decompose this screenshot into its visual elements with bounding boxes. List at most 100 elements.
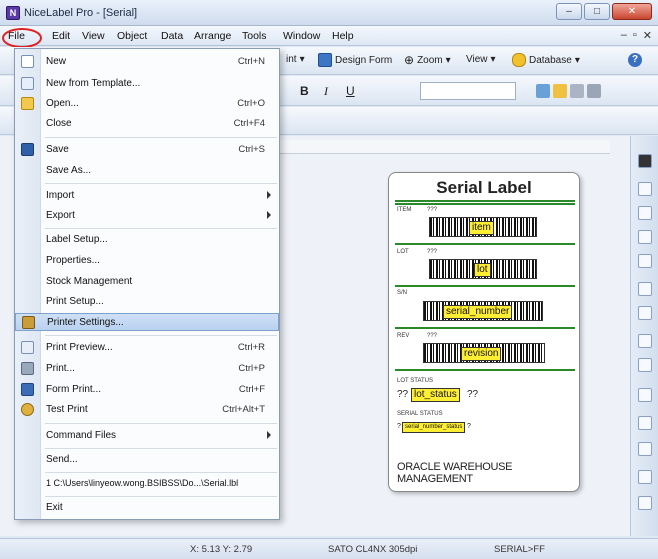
rev-caption: REV xyxy=(397,333,410,339)
distribute-vertical-icon[interactable] xyxy=(638,358,652,372)
menu-item-open[interactable]: Open... Ctrl+O xyxy=(15,95,279,113)
distribute-horizontal-icon[interactable] xyxy=(638,334,652,348)
color-picker-icon[interactable] xyxy=(536,84,550,98)
database-icon xyxy=(512,53,526,67)
menu-item-form-print[interactable]: Form Print... Ctrl+F xyxy=(15,381,279,399)
help-button[interactable]: ? xyxy=(628,53,642,67)
send-back-icon[interactable] xyxy=(638,496,652,510)
font-size-combo[interactable] xyxy=(420,82,516,100)
menu-tools[interactable]: Tools xyxy=(242,30,267,42)
window-controls: – □ ✕ xyxy=(556,3,652,20)
maximize-button[interactable]: □ xyxy=(584,3,610,20)
open-folder-icon xyxy=(21,97,34,110)
label-divider xyxy=(395,285,575,287)
print-preview-icon xyxy=(21,341,34,354)
menu-object[interactable]: Object xyxy=(117,30,147,42)
rev-variable[interactable]: revision xyxy=(461,347,502,361)
close-button[interactable]: ✕ xyxy=(612,3,652,20)
submenu-arrow-icon xyxy=(267,191,271,199)
italic-button[interactable]: I xyxy=(324,84,328,99)
right-toolbox xyxy=(630,136,658,536)
menu-arrange[interactable]: Arrange xyxy=(194,30,231,42)
bold-button[interactable]: B xyxy=(300,84,309,98)
menu-item-new-from-template[interactable]: New from Template... xyxy=(15,75,279,93)
app-icon: N xyxy=(6,6,20,20)
menu-separator xyxy=(45,335,277,336)
rotate-icon[interactable] xyxy=(638,388,652,402)
search-icon[interactable] xyxy=(587,84,601,98)
menu-item-command-files[interactable]: Command Files xyxy=(15,427,279,445)
serial-caption: S/N xyxy=(397,290,408,296)
menu-item-close[interactable]: Close Ctrl+F4 xyxy=(15,115,279,133)
menu-item-send[interactable]: Send... xyxy=(15,451,279,469)
database-button[interactable]: Database ▾ xyxy=(512,53,580,67)
serial-status-variable[interactable]: serial_number_status xyxy=(402,422,466,433)
zoom-icon: ⊕ xyxy=(404,53,415,67)
menu-item-import[interactable]: Import xyxy=(15,187,279,205)
menu-edit[interactable]: Edit xyxy=(52,30,70,42)
status-printer: SATO CL4NX 305dpi xyxy=(328,544,418,555)
view-dropdown[interactable]: View ▾ xyxy=(466,54,496,65)
ungroup-icon[interactable] xyxy=(638,442,652,456)
menu-item-properties[interactable]: Properties... xyxy=(15,252,279,270)
mdi-restore-icon[interactable]: ▫ xyxy=(633,29,637,42)
align-middle-icon[interactable] xyxy=(638,282,652,296)
item-variable[interactable]: item xyxy=(469,221,494,235)
item-caption: ITEM xyxy=(397,207,412,213)
menu-item-print-setup[interactable]: Print Setup... xyxy=(15,293,279,311)
menu-view[interactable]: View xyxy=(82,30,105,42)
lot-small-value: ??? xyxy=(427,249,438,255)
align-left-icon[interactable] xyxy=(638,182,652,196)
menu-item-label-setup[interactable]: Label Setup... xyxy=(15,231,279,249)
menu-window[interactable]: Window xyxy=(283,30,320,42)
status-coordinates: X: 5.13 Y: 2.79 xyxy=(190,544,253,555)
menu-item-print[interactable]: Print... Ctrl+P xyxy=(15,360,279,378)
lot-status-suffix: ?? xyxy=(467,389,479,400)
print-dropdown[interactable]: int ▾ xyxy=(286,54,305,65)
object-icon[interactable] xyxy=(570,84,584,98)
minimize-button[interactable]: – xyxy=(556,3,582,20)
menu-item-exit[interactable]: Exit xyxy=(15,499,279,517)
lot-variable[interactable]: lot xyxy=(474,263,491,277)
serial-status-suffix: ? xyxy=(467,423,471,430)
menu-item-printer-settings[interactable]: Printer Settings... xyxy=(15,313,279,331)
menu-data[interactable]: Data xyxy=(161,30,183,42)
menu-help[interactable]: Help xyxy=(332,30,354,42)
mdi-controls: – ▫ ✕ xyxy=(621,29,652,42)
fill-icon[interactable] xyxy=(553,84,567,98)
lot-status-caption: LOT STATUS xyxy=(397,378,434,384)
align-top-icon[interactable] xyxy=(638,254,652,268)
menu-item-stock-management[interactable]: Stock Management xyxy=(15,273,279,291)
menu-item-test-print[interactable]: Test Print Ctrl+Alt+T xyxy=(15,401,279,419)
label-preview[interactable]: Serial Label ITEM ??? item LOT ??? lot S… xyxy=(388,172,580,492)
align-right-icon[interactable] xyxy=(638,230,652,244)
menu-item-print-preview[interactable]: Print Preview... Ctrl+R xyxy=(15,339,279,357)
bring-front-icon[interactable] xyxy=(638,470,652,484)
mdi-minimize-icon[interactable]: – xyxy=(621,29,627,42)
zoom-button[interactable]: ⊕ Zoom ▾ xyxy=(404,53,451,67)
pointer-tool-icon[interactable] xyxy=(638,154,652,168)
menu-item-new[interactable]: New Ctrl+N xyxy=(15,53,279,71)
label-footer-text[interactable]: ORACLE WAREHOUSE MANAGEMENT xyxy=(397,461,579,485)
serial-variable[interactable]: serial_number xyxy=(443,305,513,319)
menu-separator xyxy=(45,496,277,497)
template-icon xyxy=(21,77,34,90)
menu-item-recent-file[interactable]: 1 C:\Users\linyeow.wong.BSIBSS\Do...\Ser… xyxy=(15,475,279,493)
label-title[interactable]: Serial Label xyxy=(389,178,579,198)
mdi-close-icon[interactable]: ✕ xyxy=(643,29,652,42)
menu-item-save-as[interactable]: Save As... xyxy=(15,162,279,180)
menu-item-save[interactable]: Save Ctrl+S xyxy=(15,141,279,159)
menu-bar: File Edit View Object Data Arrange Tools… xyxy=(0,26,658,46)
group-icon[interactable] xyxy=(638,416,652,430)
menu-item-export[interactable]: Export xyxy=(15,207,279,225)
lot-status-variable[interactable]: lot_status xyxy=(411,388,460,402)
rev-small-value: ??? xyxy=(427,333,438,339)
file-menu-dropdown: New Ctrl+N New from Template... Open... … xyxy=(14,48,280,520)
design-form-button[interactable]: Design Form xyxy=(318,53,392,67)
status-bar: X: 5.13 Y: 2.79 SATO CL4NX 305dpi SERIAL… xyxy=(0,538,658,559)
align-bottom-icon[interactable] xyxy=(638,306,652,320)
item-small-value: ??? xyxy=(427,207,438,213)
underline-button[interactable]: U xyxy=(346,84,355,98)
lot-status-prefix: ?? xyxy=(397,389,409,400)
align-center-icon[interactable] xyxy=(638,206,652,220)
